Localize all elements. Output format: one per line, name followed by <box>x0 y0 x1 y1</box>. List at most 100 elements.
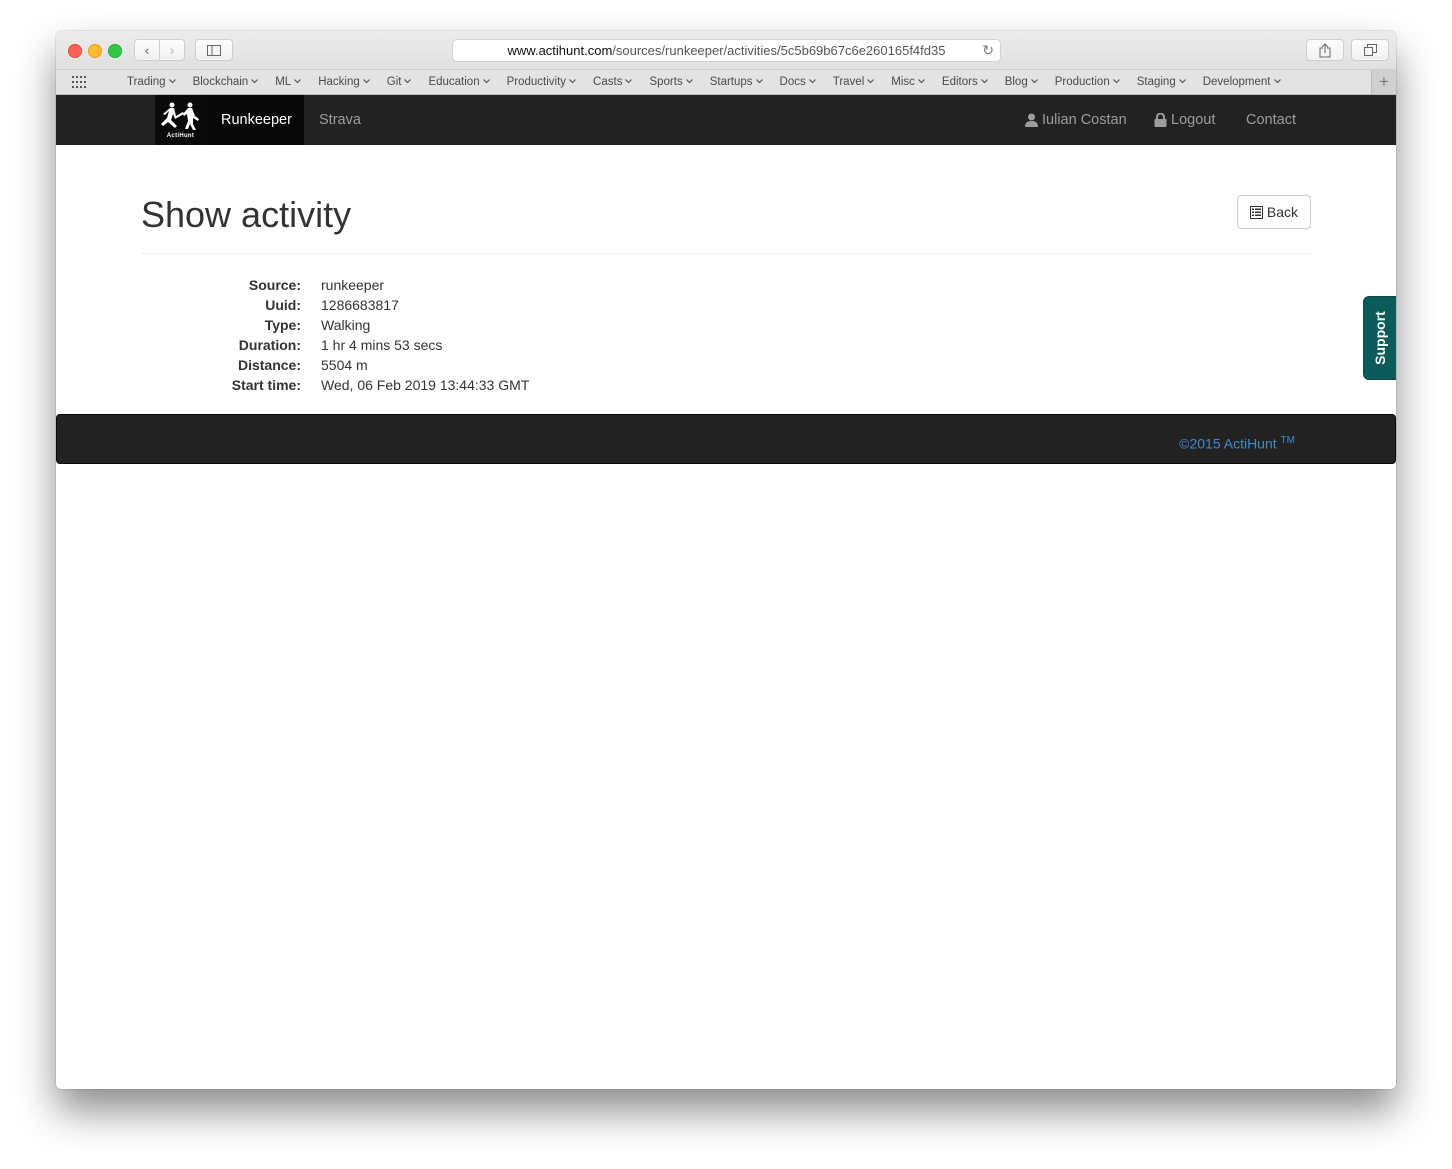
nav-runkeeper[interactable]: Runkeeper <box>206 95 304 145</box>
bookmark-label: Editors <box>941 76 978 88</box>
chevron-right-icon: › <box>169 42 175 58</box>
support-tab[interactable]: Support <box>1363 296 1396 380</box>
sidebar-toggle-button[interactable] <box>195 39 233 61</box>
chevron-down-icon <box>917 77 925 86</box>
bookmark-folder-trading[interactable]: Trading <box>127 76 176 88</box>
brand-logo[interactable]: ActiHunt <box>155 95 206 145</box>
brand-name: ActiHunt <box>166 132 195 139</box>
bookmark-folder-travel[interactable]: Travel <box>833 76 875 88</box>
share-button[interactable] <box>1306 39 1344 61</box>
chevron-down-icon <box>867 77 875 86</box>
detail-value: 5504 m <box>321 357 368 373</box>
bookmark-label: Git <box>386 76 402 88</box>
user-icon <box>1025 113 1038 127</box>
nav-contact[interactable]: Contact <box>1231 95 1311 145</box>
copyright-link[interactable]: ©2015 ActiHunt TM <box>1179 435 1295 452</box>
detail-label: Distance: <box>237 357 301 373</box>
close-window-button[interactable] <box>68 44 82 58</box>
bookmark-label: Sports <box>649 76 683 88</box>
chevron-down-icon <box>251 77 259 86</box>
bookmark-folder-git[interactable]: Git <box>387 76 412 88</box>
bookmark-folder-productivity[interactable]: Productivity <box>507 76 576 88</box>
list-icon <box>1249 205 1263 219</box>
copyright-text: ©2015 ActiHunt <box>1179 435 1277 452</box>
detail-label: Duration: <box>238 337 301 353</box>
bookmark-folder-hacking[interactable]: Hacking <box>318 76 370 88</box>
detail-label: Type: <box>264 317 301 333</box>
detail-row-duration: Duration: 1 hr 4 mins 53 secs <box>141 335 529 355</box>
minimize-window-button[interactable] <box>88 44 102 58</box>
chevron-down-icon <box>362 77 370 86</box>
bookmark-label: Blockchain <box>192 76 249 88</box>
browser-window: ‹ › www.actihunt.com/sources/runkeeper/a… <box>56 31 1396 1089</box>
bookmark-label: Productivity <box>506 76 567 88</box>
detail-label: Start time: <box>231 377 301 393</box>
chevron-down-icon <box>569 77 576 86</box>
url-path: /sources/runkeeper/activities/5c5b69b67c… <box>612 43 946 58</box>
page-footer: ©2015 ActiHunt TM <box>56 414 1396 464</box>
browser-toolbar: ‹ › www.actihunt.com/sources/runkeeper/a… <box>56 31 1396 70</box>
grid-icon[interactable] <box>72 76 86 88</box>
detail-value: 1286683817 <box>321 297 399 313</box>
user-name: Iulian Costan <box>1042 112 1127 128</box>
support-label: Support <box>1372 311 1388 365</box>
detail-row-type: Type: Walking <box>141 315 529 335</box>
chevron-down-icon <box>808 77 816 86</box>
chevron-down-icon <box>1273 77 1281 86</box>
reload-icon[interactable]: ↻ <box>982 42 994 59</box>
chevron-down-icon <box>685 77 693 86</box>
share-icon <box>1319 42 1331 57</box>
address-bar[interactable]: www.actihunt.com/sources/runkeeper/activ… <box>452 39 1001 62</box>
bookmark-folder-production[interactable]: Production <box>1055 76 1120 88</box>
bookmark-label: Blog <box>1004 76 1028 88</box>
chevron-down-icon <box>980 77 988 86</box>
bookmark-label: ML <box>275 76 292 88</box>
detail-row-start-time: Start time: Wed, 06 Feb 2019 13:44:33 GMT <box>141 375 530 395</box>
nav-user-profile[interactable]: Iulian Costan <box>1010 95 1142 145</box>
maximize-window-button[interactable] <box>108 44 122 58</box>
bookmark-folder-blog[interactable]: Blog <box>1005 76 1038 88</box>
show-tabs-button[interactable] <box>1351 39 1389 61</box>
bookmark-label: Hacking <box>318 76 360 88</box>
bookmark-folder-sports[interactable]: Sports <box>649 76 693 88</box>
back-button[interactable]: Back <box>1236 195 1311 229</box>
bookmark-label: Trading <box>127 76 166 88</box>
detail-label: Uuid: <box>265 297 301 313</box>
tabs-icon <box>1363 44 1377 56</box>
chevron-down-icon <box>482 77 490 86</box>
bookmark-folder-startups[interactable]: Startups <box>710 76 763 88</box>
detail-label: Source: <box>248 277 301 293</box>
detail-value: Walking <box>321 317 371 333</box>
url-host: www.actihunt.com <box>507 43 613 58</box>
bookmark-label: Travel <box>832 76 865 88</box>
bookmark-label: Development <box>1202 76 1271 88</box>
bookmark-folder-development[interactable]: Development <box>1203 76 1281 88</box>
bookmark-label: Production <box>1054 76 1110 88</box>
detail-value: Wed, 06 Feb 2019 13:44:33 GMT <box>321 377 530 393</box>
bookmark-folder-blockchain[interactable]: Blockchain <box>193 76 259 88</box>
sidebar-icon <box>207 44 221 56</box>
bookmark-folder-ml[interactable]: ML <box>275 76 302 88</box>
bookmark-folder-docs[interactable]: Docs <box>780 76 816 88</box>
bookmark-folder-editors[interactable]: Editors <box>942 76 988 88</box>
runners-logo-icon <box>160 102 199 130</box>
detail-row-source: Source: runkeeper <box>141 275 529 295</box>
bookmark-folder-misc[interactable]: Misc <box>891 76 925 88</box>
main-content: Show activity Back Source: runkeeper Uuid… <box>141 176 1311 393</box>
back-nav-button[interactable]: ‹ <box>134 39 160 61</box>
lock-icon <box>1154 113 1167 127</box>
bookmarks-bar: Trading Blockchain ML Hacking Git Education Pr… <box>56 70 1396 95</box>
chevron-down-icon <box>1030 77 1038 86</box>
forward-nav-button[interactable]: › <box>159 39 185 61</box>
bookmark-folder-casts[interactable]: Casts <box>593 76 633 88</box>
bookmark-folder-staging[interactable]: Staging <box>1137 76 1186 88</box>
nav-strava[interactable]: Strava <box>304 95 376 145</box>
chevron-down-icon <box>1178 77 1186 86</box>
bookmark-folder-education[interactable]: Education <box>428 76 490 88</box>
bookmark-label: Misc <box>891 76 915 88</box>
new-tab-plus-icon[interactable]: + <box>1371 70 1396 94</box>
page-header: Show activity Back <box>141 176 1311 254</box>
chevron-down-icon <box>168 77 176 86</box>
bookmark-label: Education <box>428 76 480 88</box>
nav-logout[interactable]: Logout <box>1139 95 1230 145</box>
